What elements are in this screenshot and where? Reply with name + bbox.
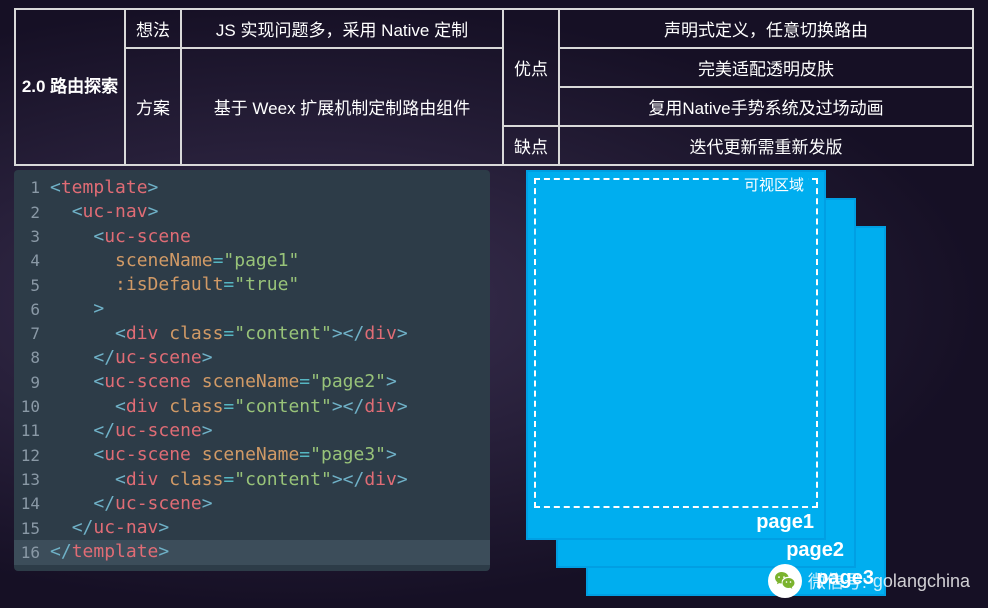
row-label: 想法 (125, 9, 181, 48)
wechat-icon (768, 564, 802, 598)
line-number: 8 (14, 347, 50, 369)
watermark-prefix: 微信号: (808, 568, 867, 594)
code-line: 16</template> (14, 540, 490, 564)
line-number: 15 (14, 518, 50, 540)
line-number: 7 (14, 323, 50, 345)
code-line: 4 sceneName="page1" (14, 249, 490, 273)
line-number: 12 (14, 445, 50, 467)
pros-label: 优点 (503, 9, 559, 126)
row-label: 方案 (125, 48, 181, 165)
pros-item: 声明式定义，任意切换路由 (559, 9, 973, 48)
code-line: 2 <uc-nav> (14, 200, 490, 224)
code-line: 6 > (14, 297, 490, 321)
cons-item: 迭代更新需重新发版 (559, 126, 973, 165)
code-line: 8 </uc-scene> (14, 346, 490, 370)
code-line: 7 <div class="content"></div> (14, 322, 490, 346)
line-number: 9 (14, 372, 50, 394)
viewport-dashed-box: 可视区域 (534, 178, 818, 508)
wechat-watermark: 微信号: golangchina (768, 564, 970, 598)
line-number: 5 (14, 275, 50, 297)
line-number: 11 (14, 420, 50, 442)
cons-label: 缺点 (503, 126, 559, 165)
page-card: 可视区域 page1 (526, 170, 826, 540)
code-line: 5 :isDefault="true" (14, 273, 490, 297)
code-line: 11 </uc-scene> (14, 419, 490, 443)
line-number: 14 (14, 493, 50, 515)
comparison-table: 2.0 路由探索 想法 JS 实现问题多，采用 Native 定制 优点 声明式… (0, 0, 988, 166)
page-stack-diagram: page3 page2 可视区域 page1 (516, 170, 976, 600)
code-snippet: 1<template>2 <uc-nav>3 <uc-scene4 sceneN… (14, 170, 490, 571)
code-line: 1<template> (14, 176, 490, 200)
pros-item: 复用Native手势系统及过场动画 (559, 87, 973, 126)
code-line: 3 <uc-scene (14, 225, 490, 249)
code-line: 10 <div class="content"></div> (14, 395, 490, 419)
pros-item: 完美适配透明皮肤 (559, 48, 973, 87)
viewport-label: 可视区域 (740, 174, 808, 195)
line-number: 4 (14, 250, 50, 272)
page-label: page2 (786, 539, 844, 562)
line-number: 3 (14, 226, 50, 248)
line-number: 16 (14, 542, 50, 564)
code-line: 15 </uc-nav> (14, 516, 490, 540)
row-text: JS 实现问题多，采用 Native 定制 (181, 9, 503, 48)
code-line: 9 <uc-scene sceneName="page2"> (14, 370, 490, 394)
page-label: page1 (756, 511, 814, 534)
code-line: 14 </uc-scene> (14, 492, 490, 516)
line-number: 10 (14, 396, 50, 418)
line-number: 13 (14, 469, 50, 491)
line-number: 6 (14, 299, 50, 321)
table-header-cell: 2.0 路由探索 (15, 9, 125, 165)
code-line: 12 <uc-scene sceneName="page3"> (14, 443, 490, 467)
row-text: 基于 Weex 扩展机制定制路由组件 (181, 48, 503, 165)
line-number: 1 (14, 177, 50, 199)
code-line: 13 <div class="content"></div> (14, 468, 490, 492)
watermark-id: golangchina (873, 571, 970, 592)
line-number: 2 (14, 202, 50, 224)
